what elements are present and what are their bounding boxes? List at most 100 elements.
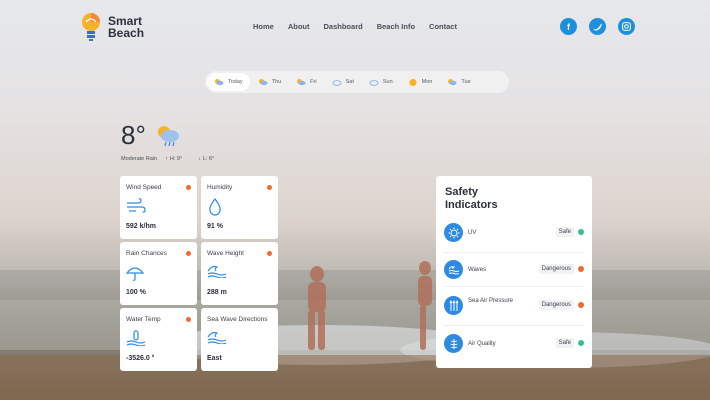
safety-row-sea-air-pressure[interactable]: Sea Air Pressure Dangerous	[444, 293, 584, 321]
divider	[444, 252, 584, 253]
tab-label: Sun	[382, 79, 393, 85]
card-title: Wind Speed	[126, 184, 162, 191]
card-rain-chances[interactable]: Rain Chances 100 %	[120, 242, 197, 305]
status-badge: Dangerous	[538, 264, 574, 274]
facebook-icon[interactable]: f	[560, 18, 577, 35]
status-dot	[578, 302, 584, 308]
tab-mon[interactable]: Mon	[401, 73, 440, 91]
card-humidity[interactable]: Humidity 91 %	[201, 176, 278, 239]
card-value: 100 %	[126, 289, 146, 296]
umbrella-icon	[125, 264, 145, 287]
status-badge: Dangerous	[538, 300, 574, 310]
divider	[444, 286, 584, 287]
wave-icon	[207, 264, 227, 283]
tab-sun[interactable]: Sun	[362, 73, 400, 91]
card-value: -3526.0 °	[126, 355, 155, 362]
nav-beach-info[interactable]: Beach Info	[377, 22, 415, 31]
instagram-icon[interactable]	[618, 18, 635, 35]
safety-row-waves[interactable]: Waves Dangerous	[444, 257, 584, 285]
card-title: Water Temp	[126, 316, 161, 323]
forecast-day-tabs: Today Thu Fri Sat Sun Mon Tue	[205, 71, 509, 93]
condition-text: Moderate Rain	[121, 156, 158, 162]
tab-label: Mon	[421, 79, 433, 85]
indicator-label: Air Quality	[468, 341, 496, 347]
tab-label: Thu	[271, 79, 282, 85]
wind-icon	[126, 198, 146, 219]
low-temp: ↓ L: 6°	[198, 156, 222, 162]
arrow-up-icon: ↑	[165, 156, 168, 162]
card-title: Wave Height	[207, 250, 244, 257]
nav-dashboard[interactable]: Dashboard	[324, 22, 363, 31]
current-condition-row: Moderate Rain ↑ H: 9° ↓ L: 6°	[121, 156, 230, 162]
arrow-down-icon: ↓	[198, 156, 201, 162]
cloud-icon	[369, 79, 379, 86]
status-dot	[186, 185, 191, 190]
nav-contact[interactable]: Contact	[429, 22, 457, 31]
indicator-label: UV	[468, 230, 477, 236]
air-quality-icon	[444, 334, 463, 353]
pressure-icon	[444, 296, 463, 315]
logo[interactable]: Smart Beach	[80, 10, 144, 44]
tab-tue[interactable]: Tue	[440, 73, 477, 91]
card-value: 288 m	[207, 289, 227, 296]
cloud-sun-rain-icon	[258, 78, 268, 85]
tab-label: Today	[228, 79, 243, 85]
tab-thu[interactable]: Thu	[251, 73, 288, 91]
status-dot	[578, 266, 584, 272]
card-value: 91 %	[207, 223, 223, 230]
status-dot	[267, 251, 272, 256]
indicator-label: Sea Air Pressure	[468, 297, 518, 305]
water-temp-icon	[126, 330, 146, 351]
tab-label: Tue	[461, 79, 471, 85]
status-dot	[186, 317, 191, 322]
status-dot	[578, 340, 584, 346]
droplet-icon	[207, 197, 223, 221]
card-title: Sea Wave Directions	[207, 316, 268, 323]
nav-home[interactable]: Home	[253, 22, 274, 31]
cloud-sun-rain-icon	[215, 78, 224, 85]
high-temp-value: H: 9°	[169, 156, 183, 162]
twitter-icon[interactable]	[589, 18, 606, 35]
tab-label: Sat	[345, 79, 354, 85]
tab-label: Fri	[310, 79, 317, 85]
card-value: 592 k/hm	[126, 223, 156, 230]
low-temp-value: L: 6°	[202, 156, 215, 162]
lightbulb-logo-icon	[80, 10, 102, 44]
sun-gear-icon	[444, 223, 463, 242]
card-value: East	[207, 355, 222, 362]
tab-sat[interactable]: Sat	[325, 73, 361, 91]
status-dot	[186, 251, 191, 256]
safety-row-uv[interactable]: UV Safe	[444, 220, 584, 248]
status-badge: Safe	[555, 227, 574, 237]
cloud-icon	[332, 79, 342, 86]
indicator-label: Waves	[468, 267, 487, 273]
high-temp: ↑ H: 9°	[165, 156, 190, 162]
card-wind-speed[interactable]: Wind Speed 592 k/hm	[120, 176, 197, 239]
sun-icon	[409, 78, 417, 86]
card-title: Humidity	[207, 184, 233, 191]
wave-icon	[207, 330, 227, 349]
status-dot	[578, 229, 584, 235]
status-dot	[267, 185, 272, 190]
status-badge: Safe	[555, 338, 574, 348]
main-nav: Home About Dashboard Beach Info Contact	[253, 22, 471, 31]
tab-fri[interactable]: Fri	[289, 73, 323, 91]
social-links: f	[560, 18, 647, 35]
tab-today[interactable]: Today	[207, 73, 250, 91]
brand-line-2: Beach	[108, 26, 145, 40]
beach-background-image	[0, 261, 710, 400]
divider	[444, 325, 584, 326]
nav-about[interactable]: About	[288, 22, 310, 31]
indicator-label-text: Sea Air Pressure	[468, 298, 514, 304]
card-sea-wave-directions[interactable]: Sea Wave Directions East	[201, 308, 278, 371]
card-title: Rain Chances	[126, 250, 167, 257]
card-wave-height[interactable]: Wave Height 288 m	[201, 242, 278, 305]
current-temperature: 8°	[121, 120, 146, 150]
cloud-sun-rain-icon	[297, 78, 306, 85]
card-water-temp[interactable]: Water Temp -3526.0 °	[120, 308, 197, 371]
cloud-sun-rain-icon	[155, 124, 181, 153]
safety-row-air-quality[interactable]: Air Quality Safe	[444, 331, 584, 359]
waves-icon	[444, 260, 463, 279]
cloud-sun-rain-icon	[448, 78, 457, 85]
safety-indicators-panel: Safety Indicators UV Safe Waves Dangerou…	[436, 176, 592, 368]
